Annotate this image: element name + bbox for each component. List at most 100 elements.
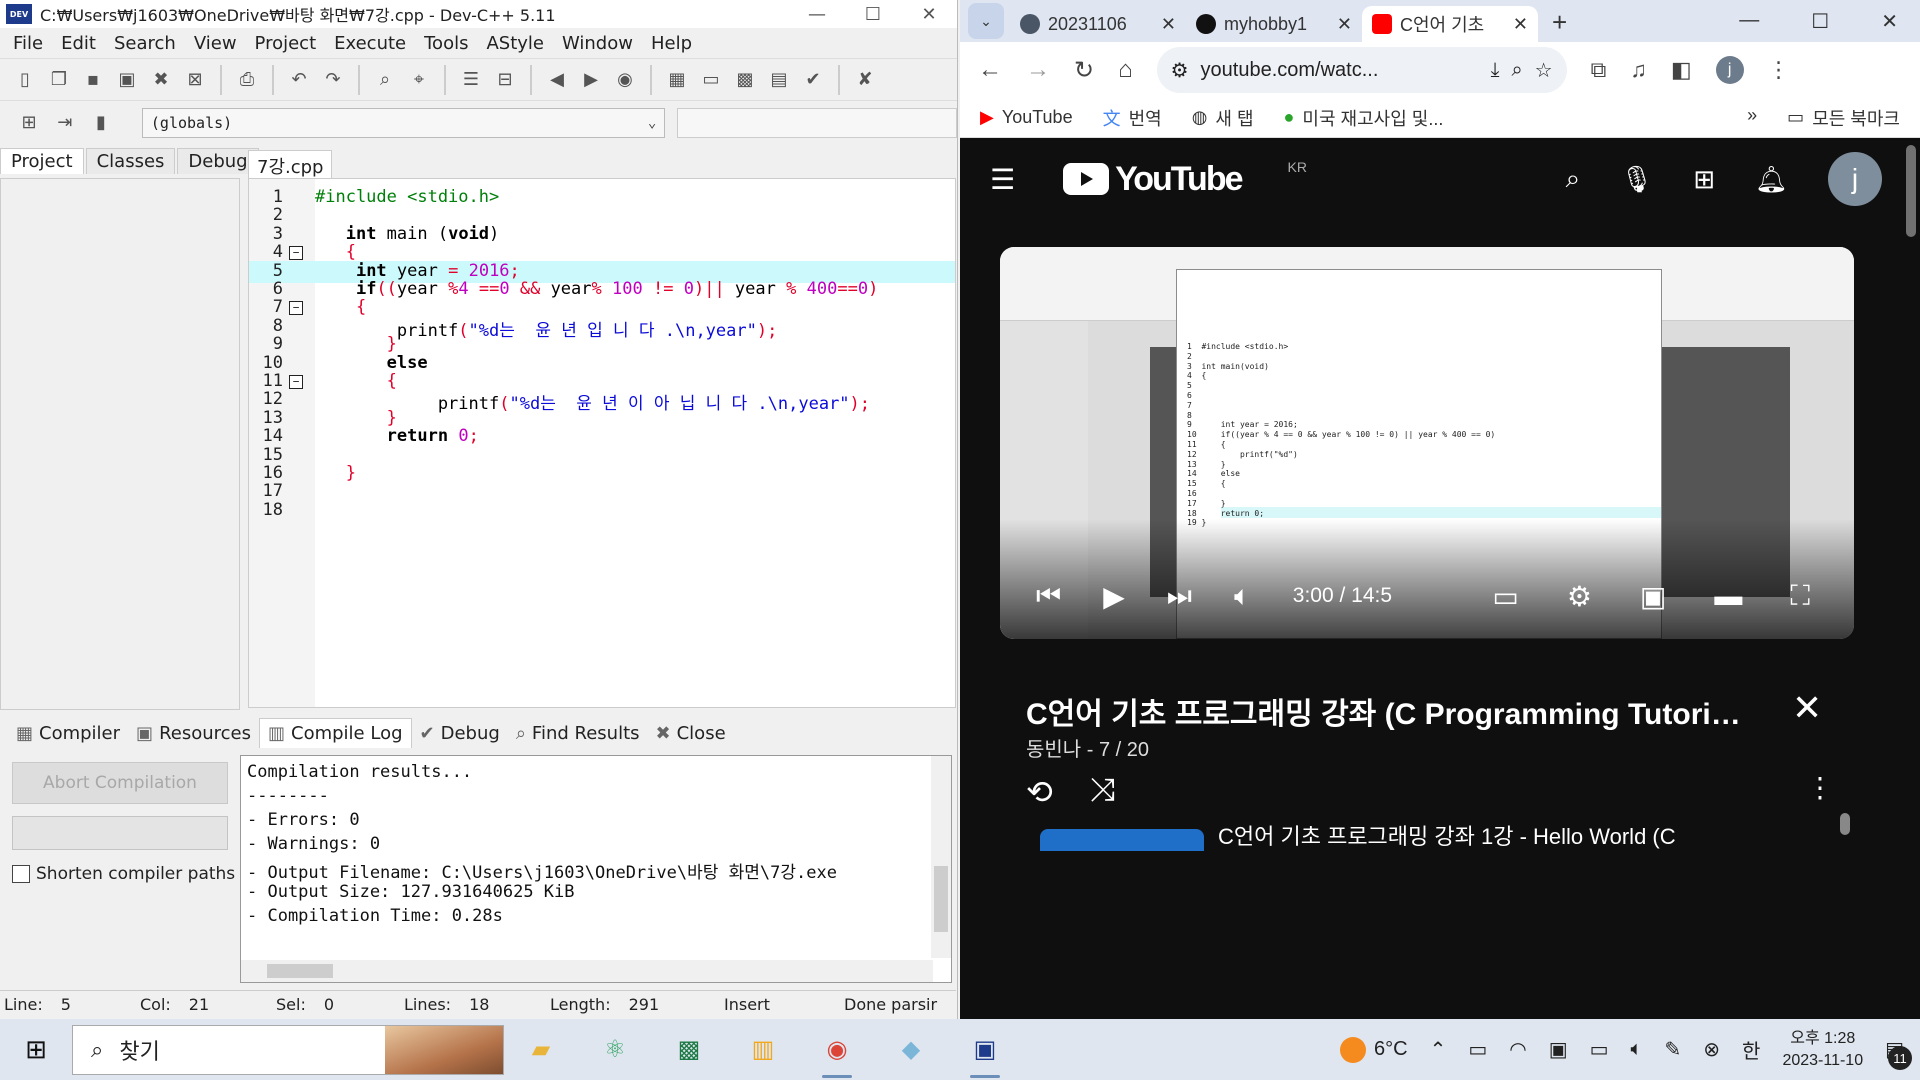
compile-icon[interactable]: ▦ — [662, 65, 692, 95]
playlist-item[interactable]: C언어 기초 프로그래밍 강좌 1강 - Hello World (C — [1040, 819, 1718, 851]
notes-app-icon[interactable]: ▥ — [726, 1019, 800, 1080]
back-icon[interactable]: ← — [978, 56, 1002, 84]
close-window-button[interactable]: ✕ — [901, 4, 957, 25]
playlist-item-thumbnail[interactable] — [1040, 829, 1204, 851]
forward-icon[interactable]: → — [1026, 56, 1050, 84]
log-vertical-scrollbar[interactable] — [931, 756, 951, 958]
chrome-menu-icon[interactable]: ⋮ — [1768, 57, 1790, 83]
tab-close[interactable]: ✖ Close — [648, 719, 734, 748]
minimize-button[interactable]: — — [789, 4, 845, 25]
shuffle-icon[interactable]: ⤨ — [1090, 771, 1116, 809]
menu-window[interactable]: Window — [553, 33, 642, 54]
save-icon[interactable]: ▪ — [78, 65, 108, 95]
fold-toggle-icon[interactable]: − — [289, 301, 303, 316]
unindent-icon[interactable]: ◀ — [542, 65, 572, 95]
abort-compilation-button[interactable]: Abort Compilation — [12, 762, 228, 804]
menu-astyle[interactable]: AStyle — [477, 33, 553, 54]
close-all-icon[interactable]: ⊠ — [180, 65, 210, 95]
menu-edit[interactable]: Edit — [52, 33, 105, 54]
fold-toggle-icon[interactable]: − — [289, 246, 303, 261]
volume-icon[interactable]: 🔈︎ — [1234, 580, 1251, 613]
goto-icon[interactable]: ☰ — [456, 65, 486, 95]
pen-icon[interactable]: ✎ — [1665, 1037, 1682, 1062]
menu-help[interactable]: Help — [642, 33, 701, 54]
next-icon[interactable]: ⏭ — [1167, 580, 1192, 613]
extensions-icon[interactable]: ⧉ — [1591, 57, 1607, 83]
side-panel-icon[interactable]: ◧ — [1671, 57, 1692, 83]
taskbar-clock[interactable]: 오후 1:28 2023-11-10 — [1782, 1028, 1863, 1072]
minimize-icon[interactable]: — — [1739, 9, 1759, 34]
notification-center-icon[interactable]: ▤11 — [1885, 1037, 1912, 1070]
microphone-icon[interactable]: 🎙︎ — [1620, 164, 1653, 195]
close-playlist-icon[interactable]: ✕ — [1792, 687, 1822, 729]
windows-start-icon[interactable]: ⊞ — [0, 1034, 72, 1065]
new-tab-icon[interactable]: + — [1552, 7, 1567, 38]
tab-project[interactable]: Project — [0, 148, 84, 174]
tab-debug-left[interactable]: Debug — [177, 148, 259, 174]
new-file-icon[interactable]: ▯ — [10, 65, 40, 95]
indent-icon[interactable]: ▶ — [576, 65, 606, 95]
fold-toggle-icon[interactable]: − — [289, 375, 303, 389]
menu-tools[interactable]: Tools — [415, 33, 477, 54]
zoom-icon[interactable]: ⌕ — [1511, 59, 1522, 82]
battery-icon[interactable]: ▭ — [1590, 1037, 1609, 1062]
new-project-icon[interactable]: ⊞ — [14, 108, 44, 138]
browser-tab-active[interactable]: C언어 기초 ✕ — [1362, 6, 1538, 42]
hamburger-menu-icon[interactable]: ☰ — [990, 163, 1015, 196]
miniplayer-icon[interactable]: ▣ — [1640, 580, 1666, 613]
menu-project[interactable]: Project — [246, 33, 326, 54]
tab-debug[interactable]: ✔ Debug — [412, 719, 508, 748]
tab-classes[interactable]: Classes — [85, 148, 176, 174]
playlist-title[interactable]: C언어 기초 프로그래밍 강좌 (C Programming Tutoria..… — [1026, 689, 1746, 733]
tab-compiler[interactable]: ▦ Compiler — [8, 719, 128, 748]
home-icon[interactable]: ⌂ — [1118, 56, 1133, 84]
scroll-thumb[interactable] — [267, 964, 333, 978]
media-controls-icon[interactable]: ♫ — [1630, 57, 1647, 83]
project-options-icon[interactable]: ▮ — [86, 108, 116, 138]
display-icon[interactable]: ▣ — [1549, 1037, 1568, 1062]
close-tab-icon[interactable]: ✕ — [1337, 14, 1352, 35]
find-icon[interactable]: ⌕ — [370, 65, 400, 95]
loop-icon[interactable]: ⟲ — [1026, 773, 1053, 811]
close-tab-icon[interactable]: ✕ — [1161, 14, 1176, 35]
checkbox-box[interactable] — [12, 865, 30, 883]
bookmark-translate[interactable]: 文 번역 — [1103, 105, 1162, 131]
volume-icon[interactable]: 🔈︎ — [1631, 1038, 1643, 1061]
close-tab-icon[interactable]: ✕ — [1513, 14, 1528, 35]
close-file-icon[interactable]: ✖ — [146, 65, 176, 95]
undo-icon[interactable]: ↶ — [284, 65, 314, 95]
weather-widget[interactable]: 6°C — [1339, 1036, 1408, 1063]
menu-execute[interactable]: Execute — [325, 33, 415, 54]
bookmark-new-tab[interactable]: ◍ 새 탭 — [1192, 105, 1254, 131]
menu-file[interactable]: File — [4, 33, 52, 54]
run-icon[interactable]: ▭ — [696, 65, 726, 95]
browser-tab[interactable]: 20231106 ✕ — [1010, 6, 1186, 42]
profile-avatar[interactable]: j — [1715, 56, 1744, 84]
tab-7cpp[interactable]: 7강.cpp — [248, 150, 333, 181]
all-bookmarks-button[interactable]: ▭ 모든 북마크 — [1787, 105, 1900, 131]
previous-icon[interactable]: ⏮ — [1036, 580, 1061, 613]
insert-icon[interactable]: ⇥ — [50, 108, 80, 138]
fullscreen-icon[interactable]: ⛶ — [1790, 580, 1810, 613]
shorten-paths-checkbox[interactable]: Shorten compiler paths — [12, 864, 235, 884]
toggle-comment-icon[interactable]: ◉ — [610, 65, 640, 95]
excel-icon[interactable]: ▩ — [652, 1019, 726, 1080]
address-bar[interactable]: ⚙ youtube.com/watc... ⤓ ⌕ ☆ — [1156, 47, 1567, 93]
ime-indicator[interactable]: 한 — [1742, 1035, 1760, 1064]
youtube-logo[interactable]: YouTube KR — [1063, 159, 1307, 199]
channel-name[interactable]: 동빈나 — [1026, 739, 1081, 761]
close-icon[interactable]: ✕ — [1881, 9, 1898, 34]
compile-run-icon[interactable]: ▩ — [730, 65, 760, 95]
chevron-double-right-icon[interactable]: » — [1747, 105, 1757, 131]
page-scrollbar[interactable] — [1906, 145, 1916, 237]
tab-search-icon[interactable]: ⌄ — [968, 3, 1004, 39]
rebuild-icon[interactable]: ▤ — [764, 65, 794, 95]
notifications-bell-icon[interactable]: 🔔︎ — [1755, 164, 1788, 195]
stop-execution-icon[interactable]: ✘ — [850, 65, 880, 95]
chrome-icon[interactable]: ◉ — [800, 1019, 874, 1080]
bookmark-youtube[interactable]: ▶ YouTube — [980, 107, 1073, 128]
bookmark-star-icon[interactable]: ☆ — [1535, 58, 1553, 83]
account-avatar[interactable]: j — [1828, 152, 1882, 206]
code-editor[interactable]: 1 #include <stdio.h> 2 3 int main (void) 4− … — [248, 178, 956, 708]
bookmark-import[interactable]: ● 미국 재고사입 및... — [1284, 105, 1444, 131]
